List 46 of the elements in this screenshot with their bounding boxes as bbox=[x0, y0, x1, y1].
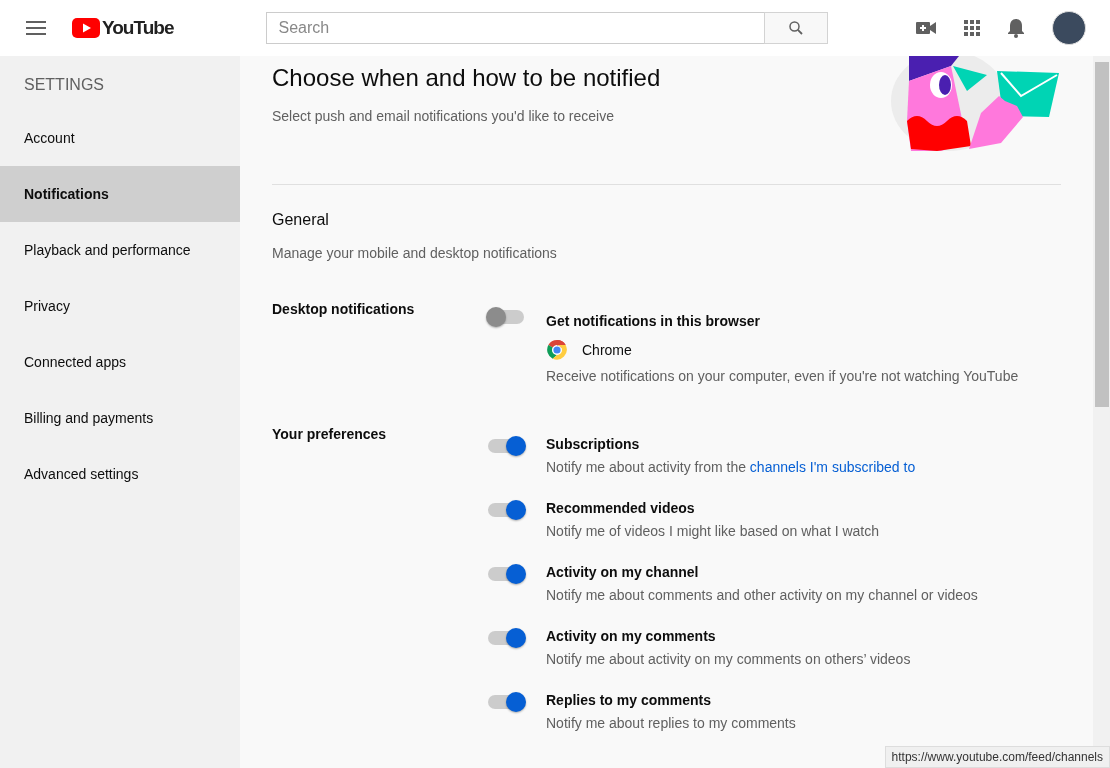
apps-grid-icon[interactable] bbox=[964, 20, 980, 36]
setting-description: Notify me about activity on my comments on others’ videos bbox=[546, 651, 911, 667]
play-logo-icon[interactable] bbox=[72, 18, 100, 38]
menu-icon[interactable] bbox=[26, 21, 46, 35]
chrome-logo-icon bbox=[546, 339, 568, 361]
toggle-switch[interactable] bbox=[488, 567, 524, 581]
setting-description: Notify me about activity from the channels I'm subscribed to bbox=[546, 459, 916, 475]
row-label: Your preferences bbox=[272, 426, 388, 444]
toggle-switch[interactable] bbox=[488, 695, 524, 709]
toggle-switch[interactable] bbox=[488, 503, 524, 517]
video-camera-icon[interactable] bbox=[916, 21, 936, 35]
setting-title: Replies to my comments bbox=[546, 692, 712, 708]
toggle-switch[interactable] bbox=[488, 310, 524, 324]
sidebar-item[interactable]: Notifications bbox=[0, 166, 240, 222]
channels-link[interactable]: channels I'm subscribed to bbox=[749, 459, 916, 475]
sidebar-item[interactable]: Playback and performance bbox=[0, 222, 240, 278]
avatar[interactable] bbox=[1052, 11, 1086, 45]
setting-title: Get notifications in this browser bbox=[546, 313, 761, 329]
setting-description: Receive notifications on your computer, even if you're not watching YouTube bbox=[546, 368, 1019, 384]
browser-name: Chrome bbox=[582, 342, 632, 358]
sidebar-title: SETTINGS bbox=[23, 75, 105, 95]
sidebar-item[interactable]: Account bbox=[0, 110, 240, 166]
setting-title: Activity on my comments bbox=[546, 628, 717, 644]
sidebar-item[interactable]: Connected apps bbox=[0, 334, 240, 390]
setting-description: Notify me about replies to my comments bbox=[546, 715, 796, 731]
sidebar-item[interactable]: Billing and payments bbox=[0, 390, 240, 446]
setting-description: Notify me about comments and other activity on my channel or videos bbox=[546, 587, 978, 603]
setting-title: Subscriptions bbox=[546, 436, 641, 452]
page-title: Choose when and how to be notified bbox=[272, 64, 661, 92]
section-title: General bbox=[272, 211, 330, 229]
sidebar-item[interactable]: Privacy bbox=[0, 278, 240, 334]
section-description: Manage your mobile and desktop notifications bbox=[272, 245, 558, 261]
url-tooltip: https://www.youtube.com/feed/channels bbox=[884, 746, 1110, 768]
page-subtitle: Select push and email notifications you'd like to receive bbox=[272, 108, 615, 124]
sidebar-item[interactable]: Advanced settings bbox=[0, 446, 240, 502]
search-button[interactable] bbox=[763, 12, 828, 44]
logo-text[interactable]: YouTube bbox=[102, 17, 174, 39]
toggle-switch[interactable] bbox=[488, 631, 524, 645]
setting-title: Activity on my channel bbox=[546, 564, 700, 580]
row-label: Desktop notifications bbox=[272, 301, 416, 319]
toggle-switch[interactable] bbox=[488, 439, 524, 453]
search-field[interactable]: Search bbox=[265, 12, 764, 44]
setting-title: Recommended videos bbox=[546, 500, 696, 516]
search-icon bbox=[786, 19, 805, 37]
setting-description: Notify me of videos I might like based on what I watch bbox=[546, 523, 880, 539]
bell-icon[interactable] bbox=[1008, 18, 1024, 38]
